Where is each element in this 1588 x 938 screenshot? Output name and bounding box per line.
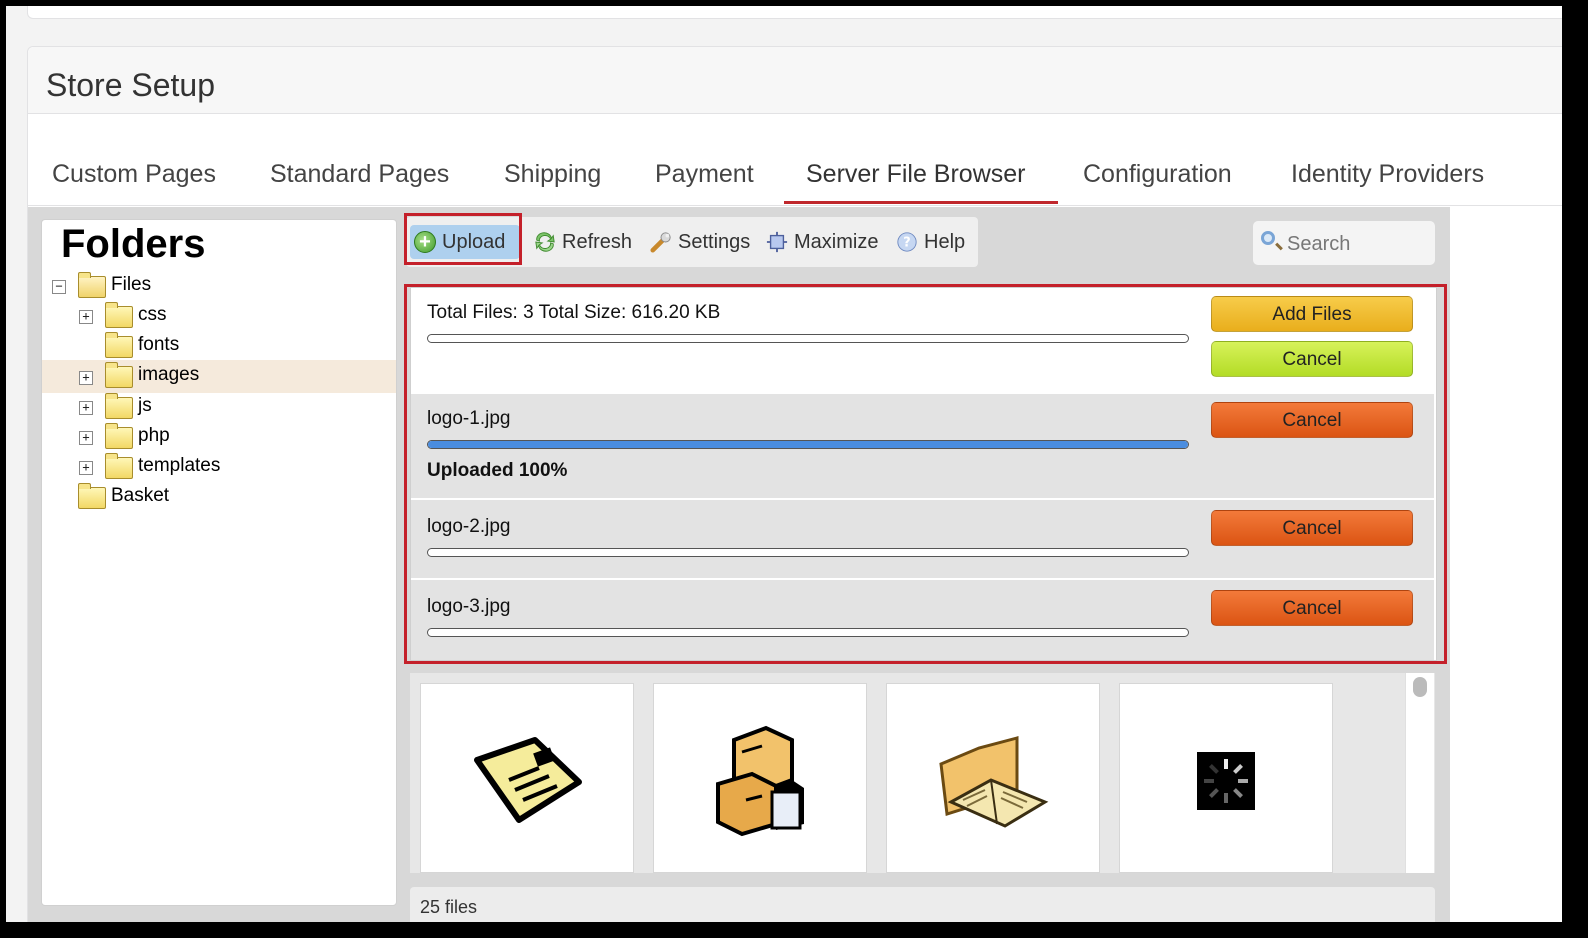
tab-identity-providers[interactable]: Identity Providers [1269,155,1506,204]
tab-configuration[interactable]: Configuration [1061,155,1254,204]
upload-highlight-frame [404,213,522,265]
tab-bar: Custom Pages Standard Pages Shipping Pay… [28,143,1562,206]
file-thumbnail[interactable] [886,683,1100,873]
folder-icon [78,483,106,509]
expand-icon[interactable]: + [79,401,93,415]
folder-tree-panel: Folders − Files + css fonts + images + j… [41,219,397,906]
refresh-label: Refresh [562,231,633,253]
tree-item-label: templates [138,455,221,476]
refresh-button[interactable]: Refresh [530,225,640,259]
thumbnail-grid [410,673,1435,873]
refresh-icon [535,232,555,252]
help-button[interactable]: ? Help [892,225,972,259]
file-count-bar: 25 files [410,887,1435,922]
tree-item-label: php [138,425,170,446]
expand-icon[interactable]: + [79,310,93,324]
tree-item-files[interactable]: − Files [42,272,396,302]
wrench-icon [650,232,671,253]
loading-spinner-icon [1197,752,1255,810]
maximize-label: Maximize [794,231,879,253]
search-icon [1261,231,1275,245]
open-folder-icon [78,272,106,298]
file-thumbnail[interactable] [1119,683,1333,873]
tree-item-templates[interactable]: + templates [42,453,396,483]
folder-icon [105,302,133,328]
panel-header: Store Setup [28,47,1562,114]
folder-book-icon [939,736,1049,828]
thumbnail-scrollbar[interactable] [1405,673,1434,873]
expand-icon[interactable]: + [79,431,93,445]
file-thumbnail[interactable] [653,683,867,873]
tab-payment[interactable]: Payment [633,155,776,204]
tree-item-label: css [138,304,167,325]
tree-item-label: Files [111,274,152,295]
file-count: 25 files [420,897,478,917]
tree-item-basket[interactable]: Basket [42,483,396,513]
tree-item-label: Basket [111,485,170,506]
page-title: Store Setup [46,67,215,103]
search-input[interactable] [1285,229,1429,259]
file-thumbnail[interactable] [420,683,634,873]
app-window: Store Setup Custom Pages Standard Pages … [6,6,1562,922]
file-browser: Folders − Files + css fonts + images + j… [28,207,1450,922]
tab-shipping[interactable]: Shipping [482,155,623,204]
scrollbar-thumb[interactable] [1413,677,1427,697]
help-icon: ? [897,232,917,252]
expand-icon[interactable]: + [79,461,93,475]
folder-icon [105,423,133,449]
expand-icon[interactable]: + [79,371,93,385]
settings-button[interactable]: Settings [646,225,758,259]
tree-item-label: js [138,395,152,416]
tree-item-images[interactable]: + images [42,360,396,393]
tree-item-label: images [138,364,200,385]
tab-custom-pages[interactable]: Custom Pages [30,155,238,204]
tree-item-label: fonts [138,334,180,355]
tab-standard-pages[interactable]: Standard Pages [248,155,471,204]
tree-item-js[interactable]: + js [42,393,396,423]
folder-icon [105,362,133,388]
tree-item-fonts[interactable]: fonts [42,332,396,362]
envelope-icon [474,737,582,823]
maximize-icon [766,231,788,253]
boxes-icon [716,725,804,837]
collapse-icon[interactable]: − [52,280,66,294]
folder-icon [105,453,133,479]
settings-label: Settings [678,231,751,253]
tree-item-php[interactable]: + php [42,423,396,453]
svg-text:?: ? [903,236,910,251]
store-setup-panel: Store Setup Custom Pages Standard Pages … [27,46,1562,922]
help-label: Help [924,231,966,253]
folder-icon [105,332,133,358]
tree-item-css[interactable]: + css [42,302,396,332]
maximize-button[interactable]: Maximize [762,225,884,259]
tab-server-file-browser[interactable]: Server File Browser [784,155,1058,204]
top-panel-edge [27,6,1562,19]
search-box[interactable] [1252,220,1436,266]
upload-panel-highlight-frame [404,284,1447,664]
folders-heading: Folders [61,222,206,266]
folder-icon [105,393,133,419]
